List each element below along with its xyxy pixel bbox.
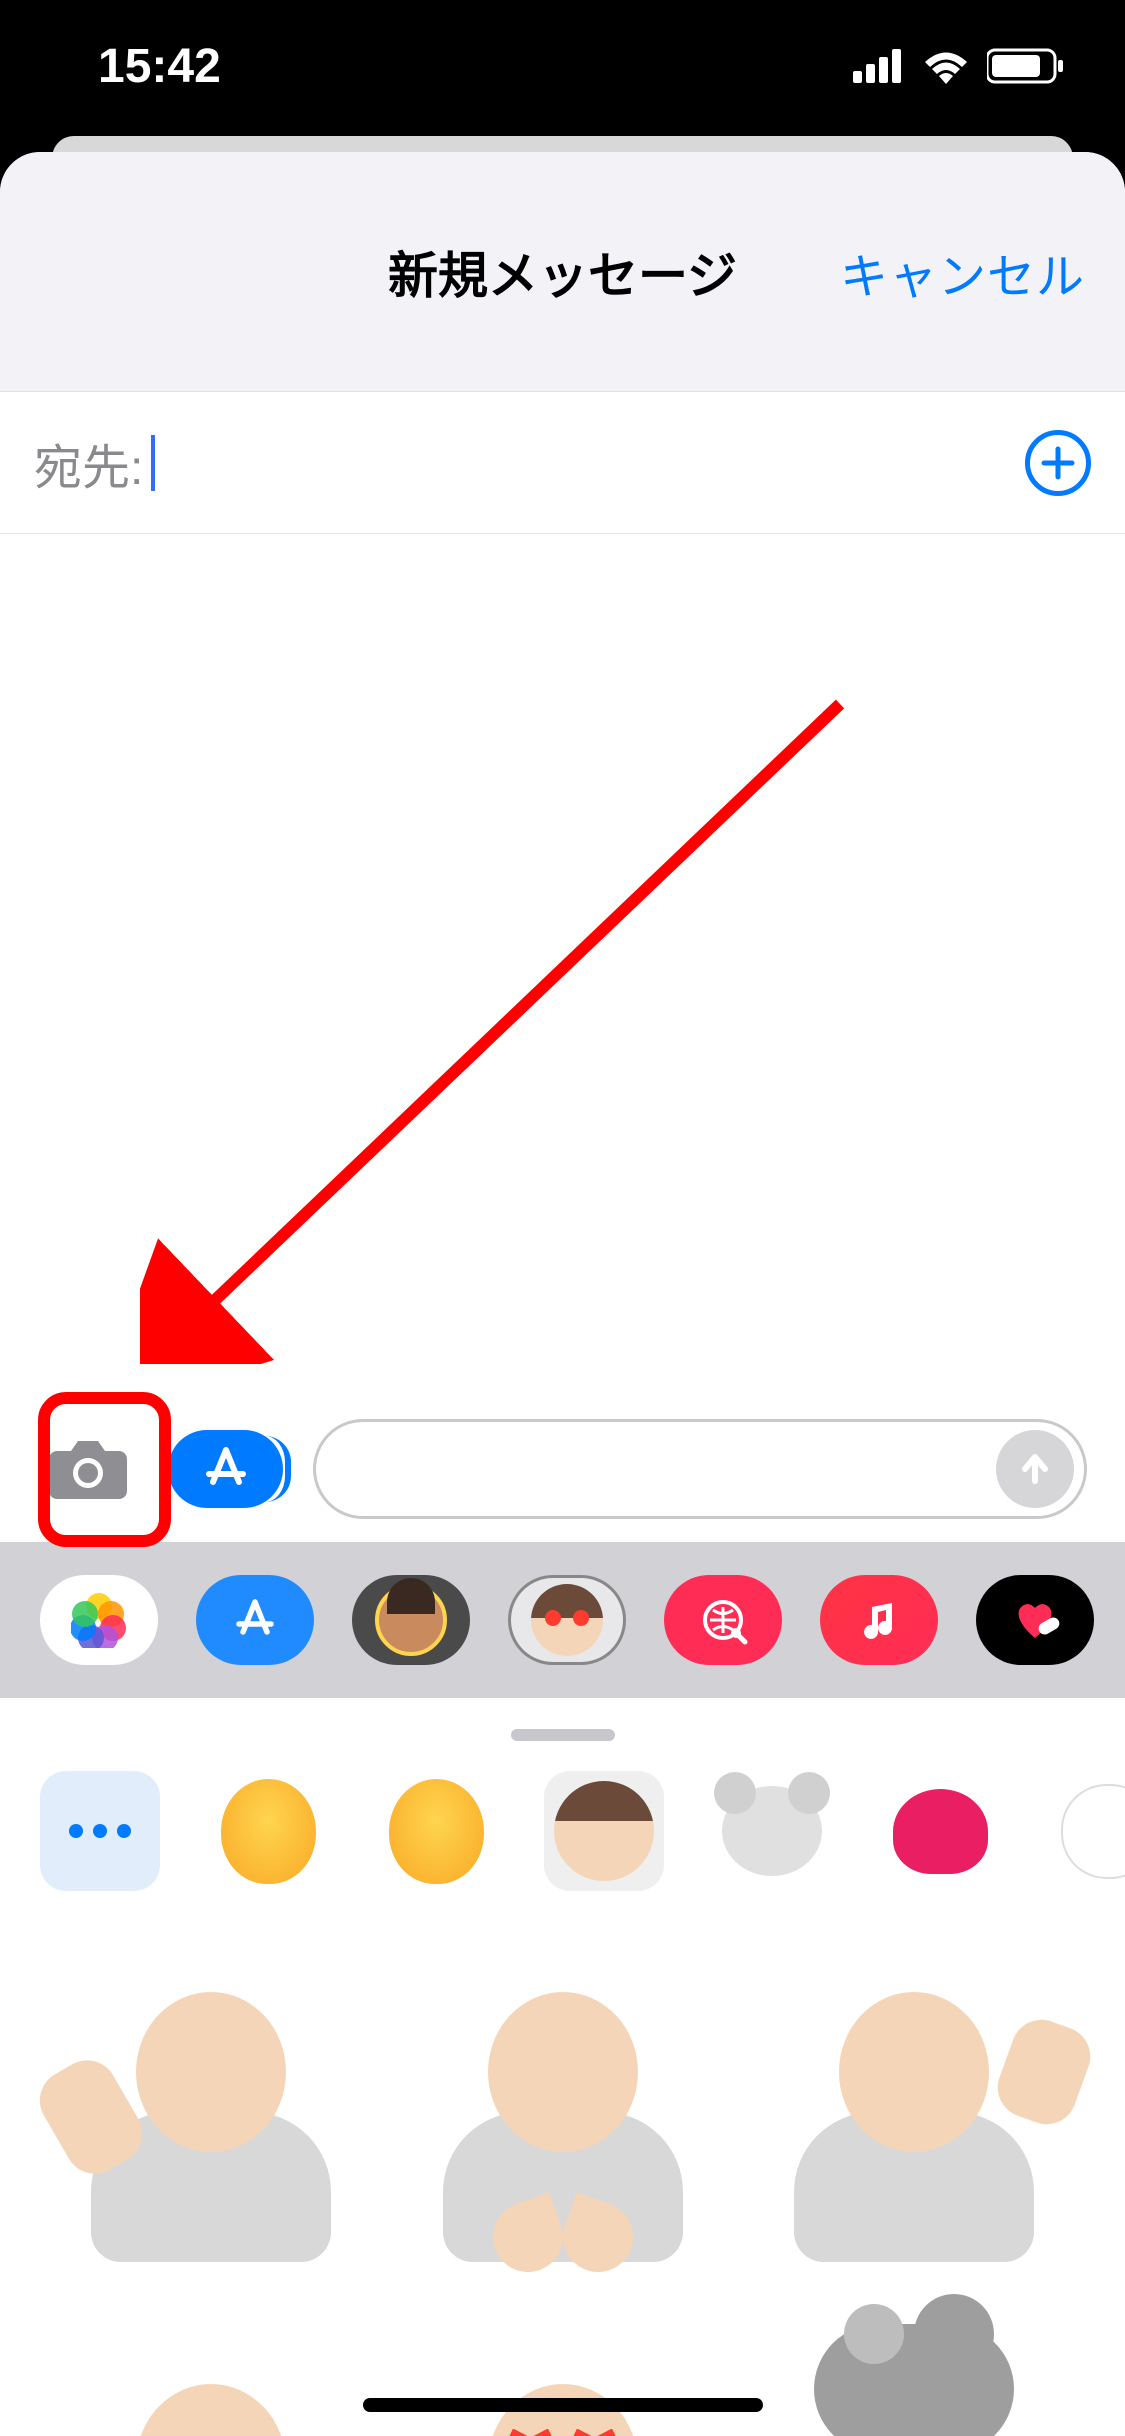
status-bar: 15:42 xyxy=(0,0,1125,132)
add-contact-button[interactable] xyxy=(1025,430,1091,496)
app-store-icon xyxy=(201,1444,251,1494)
heart-pills-icon xyxy=(1008,1598,1062,1642)
ellipsis-icon xyxy=(69,1824,131,1838)
cellular-signal-icon xyxy=(853,49,905,83)
drawer-grabber[interactable] xyxy=(511,1729,615,1741)
to-field-row[interactable]: 宛先: xyxy=(0,392,1125,534)
tray-fitness[interactable] xyxy=(976,1575,1094,1665)
tray-images-search[interactable] xyxy=(664,1575,782,1665)
sticker-laugh-cry[interactable] xyxy=(50,2313,372,2436)
tray-app-store[interactable] xyxy=(196,1575,314,1665)
to-label: 宛先: xyxy=(34,428,143,498)
arrow-up-icon xyxy=(1015,1449,1055,1489)
send-button[interactable] xyxy=(996,1430,1074,1508)
sticker-heart-hands[interactable] xyxy=(402,1951,724,2273)
battery-icon xyxy=(987,48,1065,84)
music-note-icon xyxy=(856,1597,902,1643)
camera-button[interactable] xyxy=(38,1419,138,1519)
annotation-arrow xyxy=(140,664,880,1364)
message-input-row xyxy=(0,1404,1125,1534)
sticker-mind-blown[interactable] xyxy=(753,2313,1075,2436)
status-time: 15:42 xyxy=(98,39,221,94)
avatar-octopus[interactable] xyxy=(880,1771,1000,1891)
tray-music[interactable] xyxy=(820,1575,938,1665)
avatar-custom-memoji[interactable] xyxy=(544,1771,664,1891)
avatar-cow[interactable] xyxy=(1048,1771,1125,1891)
app-store-icon xyxy=(232,1597,278,1643)
nav-title: 新規メッセージ xyxy=(388,236,737,308)
sticker-heart-eyes[interactable] xyxy=(402,2313,724,2436)
sticker-grid xyxy=(0,1891,1125,2436)
text-cursor xyxy=(151,435,155,491)
tray-photos[interactable] xyxy=(40,1575,158,1665)
plus-icon xyxy=(1038,443,1078,483)
message-input[interactable] xyxy=(313,1419,1087,1519)
sticker-wave[interactable] xyxy=(753,1951,1075,2273)
tray-memoji-stickers[interactable] xyxy=(508,1575,626,1665)
camera-icon xyxy=(47,1437,129,1501)
nav-header: 新規メッセージ キャンセル xyxy=(0,152,1125,392)
avatar-picker-row[interactable] xyxy=(0,1771,1125,1891)
photos-icon xyxy=(71,1592,127,1648)
cancel-button[interactable]: キャンセル xyxy=(840,237,1085,307)
memoji-drawer[interactable] xyxy=(0,1707,1125,2436)
avatar-more-button[interactable] xyxy=(40,1771,160,1891)
avatar-yellow-1[interactable] xyxy=(208,1771,328,1891)
home-indicator[interactable] xyxy=(363,2398,763,2412)
app-drawer-button[interactable] xyxy=(168,1430,283,1508)
status-icons xyxy=(853,48,1065,84)
avatar-yellow-2[interactable] xyxy=(376,1771,496,1891)
tray-memoji-camera[interactable] xyxy=(352,1575,470,1665)
avatar-mouse[interactable] xyxy=(712,1771,832,1891)
sticker-call-me[interactable] xyxy=(50,1951,372,2273)
wifi-icon xyxy=(921,48,971,84)
imessage-app-tray[interactable] xyxy=(0,1542,1125,1698)
search-grid-icon xyxy=(698,1595,748,1645)
new-message-sheet: 新規メッセージ キャンセル 宛先: xyxy=(0,152,1125,2436)
